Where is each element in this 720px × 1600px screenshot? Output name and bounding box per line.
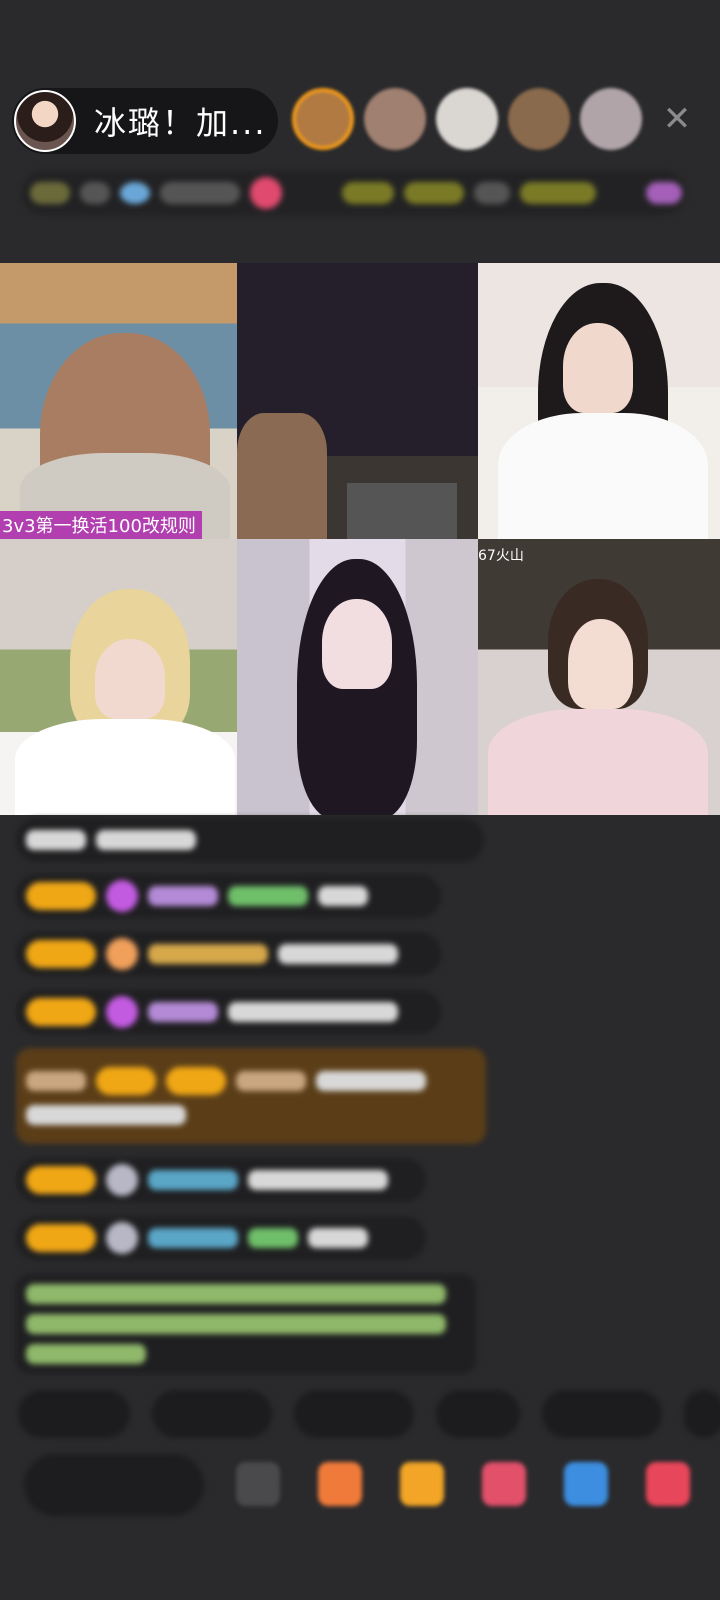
viewer-avatar[interactable] xyxy=(364,88,426,150)
chat-message xyxy=(16,990,441,1034)
viewer-avatar[interactable] xyxy=(580,88,642,150)
viewer-avatar[interactable] xyxy=(292,88,354,150)
game-icon[interactable] xyxy=(482,1462,526,1506)
chat-message-highlight xyxy=(16,1048,486,1144)
chat-message xyxy=(16,1158,426,1202)
treasure-icon[interactable] xyxy=(400,1462,444,1506)
tile-tag: 67火山 xyxy=(478,548,524,564)
video-tile-5[interactable] xyxy=(237,539,478,815)
quick-reply-chip[interactable] xyxy=(542,1390,662,1438)
chat-message xyxy=(16,1216,426,1260)
close-button[interactable]: ✕ xyxy=(662,99,692,139)
viewer-avatar[interactable] xyxy=(436,88,498,150)
more-icon[interactable] xyxy=(646,1462,690,1506)
host-name: 冰璐！加... xyxy=(94,104,267,142)
room-badge-strip[interactable] xyxy=(22,171,686,215)
chat-bubble-icon[interactable] xyxy=(564,1462,608,1506)
quick-reply-chip[interactable] xyxy=(152,1390,272,1438)
quick-reply-chip[interactable] xyxy=(436,1390,520,1438)
host-avatar[interactable] xyxy=(14,90,76,152)
chat-message xyxy=(16,818,484,862)
chat-message xyxy=(16,932,441,976)
tile-caption: 3v3第一换活100改规则 xyxy=(0,511,202,539)
viewer-avatar[interactable] xyxy=(508,88,570,150)
video-grid: 3v3第一换活100改规则 67火山 xyxy=(0,263,720,815)
video-tile-2[interactable] xyxy=(237,263,478,539)
chat-message xyxy=(16,1274,476,1374)
close-icon: ✕ xyxy=(662,99,692,139)
chat-input[interactable] xyxy=(24,1454,204,1516)
quick-reply-chip[interactable] xyxy=(18,1390,130,1438)
host-info-pill[interactable]: 冰璐！加... xyxy=(12,88,278,154)
quick-reply-chip[interactable] xyxy=(684,1390,720,1438)
chat-message xyxy=(16,874,441,918)
video-tile-3[interactable] xyxy=(478,263,720,539)
video-tile-6[interactable]: 67火山 xyxy=(478,539,720,815)
video-tile-4[interactable] xyxy=(0,539,237,815)
quick-reply-chip[interactable] xyxy=(294,1390,414,1438)
emoji-icon[interactable] xyxy=(236,1462,280,1506)
gift-box-icon[interactable] xyxy=(318,1462,362,1506)
video-tile-1[interactable]: 3v3第一换活100改规则 xyxy=(0,263,237,539)
quick-reply-chips xyxy=(18,1390,720,1438)
top-viewers xyxy=(292,88,642,150)
